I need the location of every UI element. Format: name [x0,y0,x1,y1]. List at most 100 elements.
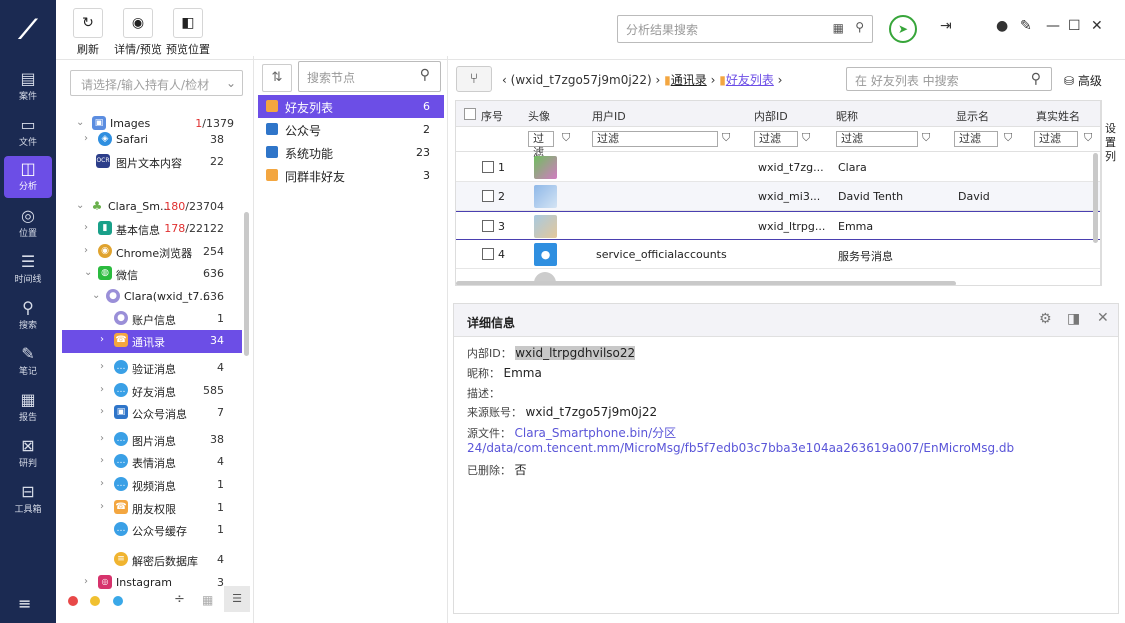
filter-input[interactable]: 过滤 [754,131,798,147]
column-header[interactable]: 头像 [528,108,550,124]
blue-dot-icon[interactable] [113,596,123,606]
row-checkbox[interactable] [482,248,494,260]
preview-position-button[interactable]: ◧ 预览位置 [164,8,212,57]
search-icon[interactable]: ⚲ [855,20,864,34]
breadcrumb-account[interactable]: (wxid_t7zgo57j9m0j22) [511,73,652,87]
node-group-non-friend[interactable]: 同群非好友 3 [258,164,444,187]
tree-item-account-info[interactable]: ● 账户信息 1 [62,308,242,330]
node-search-input[interactable]: 搜索节点 ⚲ [298,61,441,92]
toolbox-icon: ⊟ [21,482,35,501]
filter-icon[interactable]: ⛉ [802,131,810,145]
holder-select[interactable]: 请选择/输入持有人/检材 ⌄ [70,70,243,96]
nav-file[interactable]: ▭ 文件 [4,112,52,154]
panel-toggle-icon[interactable]: ◨ [1067,311,1080,327]
nav-location[interactable]: ◎ 位置 [4,203,52,245]
tree-item-contacts[interactable]: › ☎ 通讯录 34 [62,330,242,353]
tree-item-chrome[interactable]: › ◉ Chrome浏览器 254 [62,241,242,263]
tree-item-wechat[interactable]: ⌄ ◍ 微信 636 [62,263,242,285]
search-icon[interactable]: ⚲ [1031,71,1041,87]
table-row[interactable]: 1 wxid_t7zg... Clara [456,153,1100,182]
nav-timeline[interactable]: ☰ 时间线 [4,249,52,291]
grid-view-icon[interactable]: ▦ [202,593,213,607]
tree-item-image-msg[interactable]: › … 图片消息 38 [62,429,242,451]
tree-item-video-msg[interactable]: › … 视频消息 1 [62,474,242,496]
select-all-checkbox[interactable] [464,108,476,120]
column-header[interactable]: 真实姓名 [1036,108,1080,124]
maximize-icon[interactable]: ☐ [1068,18,1081,34]
filter-icon[interactable]: ⛉ [1004,131,1012,145]
tree-item-safari[interactable]: › ◈ Safari 38 [62,129,242,151]
list-view-icon[interactable]: ☰ [224,586,250,612]
tree-item-official-msg[interactable]: › ▣ 公众号消息 7 [62,402,242,424]
filter-icon[interactable]: ⛉ [562,131,570,145]
table-row-selected[interactable]: 3 wxid_ltrpg... Emma [456,211,1100,240]
advanced-button[interactable]: ⛁ 高级 [1064,72,1102,89]
column-header[interactable]: 内部ID [754,108,788,124]
source-file-link[interactable]: 24/data/com.tencent.mm/MicroMsg/fb5f7edb… [467,441,1014,455]
row-checkbox[interactable] [482,220,494,232]
filter-input[interactable]: 过滤 [954,131,998,147]
red-dot-icon[interactable] [68,596,78,606]
calendar-icon[interactable]: ▦ [833,21,844,35]
tree-item-friend-msg[interactable]: › … 好友消息 585 [62,380,242,402]
nav-note[interactable]: ✎ 笔记 [4,341,52,383]
tree-item-emoji-msg[interactable]: › … 表情消息 4 [62,451,242,473]
nav-case[interactable]: ▤ 案件 [4,66,52,108]
tree-scrollbar[interactable] [244,212,249,356]
gear-icon[interactable]: ⚙ [1039,311,1052,327]
pin-icon[interactable]: ✎ [1020,18,1032,34]
analysis-search-input[interactable]: 分析结果搜索 ▦ ⚲ [617,15,873,43]
filter-input[interactable]: 过滤 [592,131,718,147]
chevron-left-icon[interactable]: ‹ [502,73,507,87]
column-header[interactable]: 用户ID [592,108,626,124]
row-checkbox[interactable] [482,161,494,173]
filter-icon[interactable]: ⛉ [1084,131,1092,145]
node-friend-list[interactable]: 好友列表 6 [258,95,444,118]
send-icon[interactable]: ➤ [889,15,917,43]
collapse-icon[interactable]: ÷ [174,592,185,607]
filter-input[interactable]: 过滤 [1034,131,1078,147]
nav-judge[interactable]: ⊠ 研判 [4,433,52,475]
tree-item-basic-info[interactable]: › ▮ 基本信息 178/22122 [62,218,242,240]
filter-input[interactable]: 过滤 [528,131,554,159]
column-header[interactable]: 序号 [481,108,503,124]
export-icon[interactable]: ⇥ [940,18,952,34]
tree-item-friend-permission[interactable]: › ☎ 朋友权限 1 [62,497,242,519]
tree-item-decrypted-db[interactable]: ≡ 解密后数据库 4 [62,549,242,571]
close-icon[interactable]: ✕ [1097,310,1109,326]
menu-icon[interactable]: ≡ [18,594,31,613]
minimize-icon[interactable]: — [1046,18,1060,34]
close-icon[interactable]: ✕ [1091,18,1103,34]
table-vscrollbar[interactable] [1093,153,1098,243]
nav-search[interactable]: ⚲ 搜索 [4,295,52,337]
filter-icon[interactable]: ⛉ [922,131,930,145]
column-header[interactable]: 显示名 [956,108,989,124]
tree-item-verify-msg[interactable]: › … 验证消息 4 [62,357,242,379]
user-icon[interactable]: ● [996,18,1008,34]
breadcrumb-friend-list[interactable]: 好友列表 [726,73,774,87]
nav-report[interactable]: ▦ 报告 [4,387,52,429]
source-file-link[interactable]: Clara_Smartphone.bin/分区 [515,426,677,440]
column-settings-button[interactable]: 设置列 [1101,100,1119,286]
tree-item-clara-smartphone[interactable]: ⌄ ♣ Clara_Sm... 180/23704 [62,196,242,218]
filter-input[interactable]: 过滤 [836,131,918,147]
tree-item-official-cache[interactable]: … 公众号缓存 1 [62,519,242,541]
row-checkbox[interactable] [482,190,494,202]
table-hscrollbar[interactable] [456,281,956,285]
tree-item-clara-account[interactable]: ⌄ ● Clara(wxid_t7... 636 [62,286,242,308]
branch-button[interactable]: ⑂ [456,66,492,92]
table-row[interactable]: 4 ● service_officialaccounts 服务号消息 [456,240,1100,269]
table-row[interactable]: 2 wxid_mi3... David Tenth David [456,182,1100,211]
node-system-function[interactable]: 系统功能 23 [258,141,444,164]
column-header[interactable]: 昵称 [836,108,858,124]
node-official-account[interactable]: 公众号 2 [258,118,444,141]
filter-icon[interactable]: ⛉ [722,131,730,145]
breadcrumb-contacts[interactable]: 通讯录 [671,73,707,87]
tree-item-image-text[interactable]: OCR 图片文本内容 22 [62,151,242,173]
sort-button[interactable]: ⇅ [262,64,292,92]
nav-analysis[interactable]: ◫ 分析 [4,156,52,198]
list-search-input[interactable]: 在 好友列表 中搜索 ⚲ [846,67,1052,91]
yellow-dot-icon[interactable] [90,596,100,606]
nav-toolbox[interactable]: ⊟ 工具箱 [4,479,52,521]
search-icon[interactable]: ⚲ [420,67,430,83]
